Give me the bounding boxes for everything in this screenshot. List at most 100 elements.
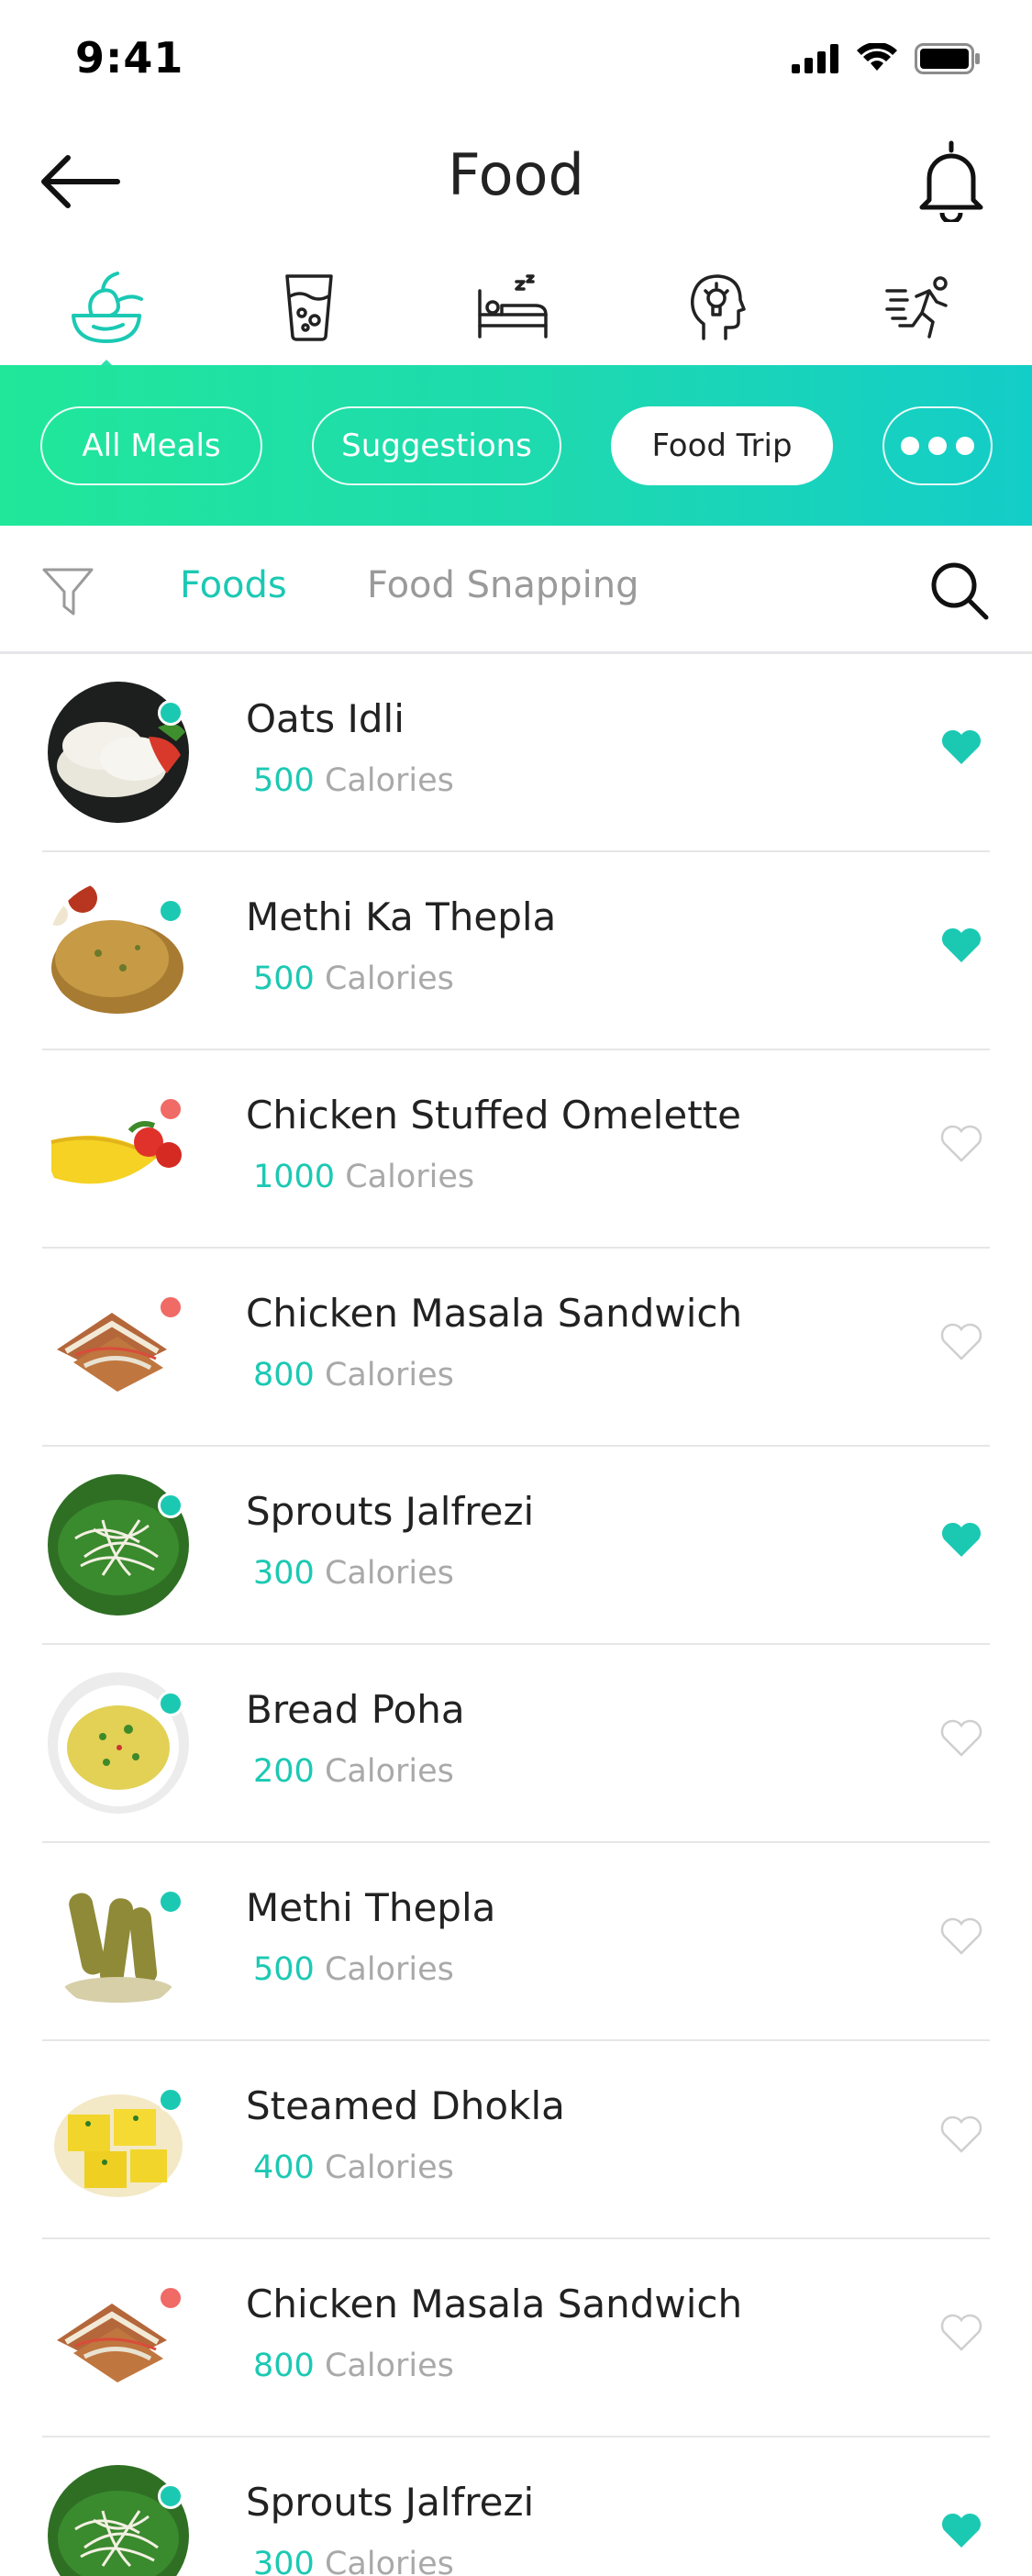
food-name: Bread Poha bbox=[246, 1687, 465, 1732]
food-name: Sprouts Jalfrezi bbox=[246, 1489, 535, 1534]
meal-filter-bar: All Meals Suggestions Food Trip bbox=[0, 365, 1032, 526]
status-bar: 9:41 bbox=[0, 0, 1032, 119]
calorie-unit: Calories bbox=[324, 1555, 454, 1592]
food-name: Sprouts Jalfrezi bbox=[246, 2480, 535, 2525]
tab-food-snapping[interactable]: Food Snapping bbox=[367, 564, 639, 606]
status-time: 9:41 bbox=[75, 33, 184, 83]
food-calories: 400 Calories bbox=[253, 2149, 454, 2186]
food-list-item[interactable]: Chicken Masala Sandwich 800 Calories bbox=[0, 1249, 1032, 1447]
calorie-unit: Calories bbox=[324, 762, 454, 799]
calorie-value: 800 bbox=[253, 2348, 315, 2384]
filter-button[interactable] bbox=[40, 564, 95, 619]
food-name: Methi Ka Thepla bbox=[246, 894, 557, 939]
veg-indicator bbox=[158, 1691, 183, 1716]
filter-icon bbox=[42, 568, 94, 616]
food-list-item[interactable]: Methi Ka Thepla 500 Calories bbox=[0, 852, 1032, 1050]
filter-all-meals[interactable]: All Meals bbox=[40, 406, 262, 485]
heart-filled-icon[interactable] bbox=[938, 922, 984, 968]
food-list-item[interactable]: Sprouts Jalfrezi 300 Calories bbox=[0, 2437, 1032, 2576]
nav-bar: Food bbox=[0, 128, 1032, 239]
tabs-row: Foods Food Snapping bbox=[0, 526, 1032, 654]
food-list-item[interactable]: Bread Poha 200 Calories bbox=[0, 1645, 1032, 1843]
calorie-value: 1000 bbox=[253, 1159, 336, 1195]
signal-icon bbox=[792, 44, 838, 73]
water-glass-icon bbox=[285, 274, 333, 341]
sleep-icon bbox=[478, 274, 548, 339]
calorie-unit: Calories bbox=[324, 1357, 454, 1393]
tab-foods[interactable]: Foods bbox=[180, 564, 287, 606]
filter-suggestions[interactable]: Suggestions bbox=[312, 406, 561, 485]
calorie-value: 300 bbox=[253, 2546, 315, 2576]
food-calories: 300 Calories bbox=[253, 1555, 454, 1592]
calorie-value: 500 bbox=[253, 1951, 315, 1988]
category-activity[interactable] bbox=[870, 266, 971, 349]
running-icon bbox=[885, 276, 948, 339]
veg-indicator bbox=[158, 1493, 183, 1518]
calorie-unit: Calories bbox=[345, 1159, 475, 1195]
category-bar bbox=[0, 266, 1032, 365]
calorie-unit: Calories bbox=[324, 2546, 454, 2576]
food-calories: 500 Calories bbox=[253, 960, 454, 997]
food-list-item[interactable]: Chicken Stuffed Omelette 1000 Calories bbox=[0, 1050, 1032, 1249]
heart-outline-icon[interactable] bbox=[938, 1913, 984, 1959]
food-calories: 800 Calories bbox=[253, 1357, 454, 1393]
calorie-value: 400 bbox=[253, 2149, 315, 2186]
food-icon bbox=[72, 272, 143, 343]
food-calories: 300 Calories bbox=[253, 2546, 454, 2576]
calorie-unit: Calories bbox=[324, 2348, 454, 2384]
food-list-item[interactable]: Methi Thepla 500 Calories bbox=[0, 1843, 1032, 2041]
food-calories: 500 Calories bbox=[253, 762, 454, 799]
heart-outline-icon[interactable] bbox=[938, 2111, 984, 2157]
calorie-value: 200 bbox=[253, 1753, 315, 1790]
food-name: Chicken Stuffed Omelette bbox=[246, 1093, 741, 1138]
more-icon bbox=[901, 437, 974, 455]
category-food[interactable] bbox=[57, 266, 158, 349]
non-veg-indicator bbox=[158, 2285, 183, 2311]
food-image bbox=[48, 2465, 189, 2576]
food-calories: 800 Calories bbox=[253, 2348, 454, 2384]
food-list-item[interactable]: Oats Idli 500 Calories bbox=[0, 654, 1032, 852]
calorie-unit: Calories bbox=[324, 1753, 454, 1790]
veg-indicator bbox=[158, 898, 183, 924]
veg-indicator bbox=[158, 1889, 183, 1915]
search-button[interactable] bbox=[927, 559, 992, 623]
calorie-value: 500 bbox=[253, 762, 315, 799]
food-name: Chicken Masala Sandwich bbox=[246, 1291, 743, 1336]
heart-outline-icon[interactable] bbox=[938, 1715, 984, 1760]
notifications-button[interactable] bbox=[907, 134, 995, 226]
category-sleep[interactable] bbox=[462, 266, 563, 349]
heart-filled-icon[interactable] bbox=[938, 2507, 984, 2553]
veg-indicator bbox=[158, 2087, 183, 2113]
mind-icon bbox=[691, 274, 746, 340]
veg-indicator bbox=[158, 700, 183, 726]
calorie-unit: Calories bbox=[324, 2149, 454, 2186]
food-calories: 200 Calories bbox=[253, 1753, 454, 1790]
wifi-icon bbox=[857, 43, 897, 71]
more-filters-button[interactable] bbox=[882, 406, 993, 485]
filter-food-trip[interactable]: Food Trip bbox=[611, 406, 833, 485]
food-list-item[interactable]: Steamed Dhokla 400 Calories bbox=[0, 2041, 1032, 2239]
food-name: Oats Idli bbox=[246, 696, 405, 741]
heart-outline-icon[interactable] bbox=[938, 1318, 984, 1364]
heart-filled-icon[interactable] bbox=[938, 724, 984, 770]
battery-icon bbox=[915, 43, 980, 74]
calorie-value: 800 bbox=[253, 1357, 315, 1393]
food-list-item[interactable]: Chicken Masala Sandwich 800 Calories bbox=[0, 2239, 1032, 2437]
search-icon bbox=[931, 562, 989, 620]
calorie-unit: Calories bbox=[324, 960, 454, 997]
veg-indicator bbox=[158, 2483, 183, 2509]
calorie-value: 300 bbox=[253, 1555, 315, 1592]
food-list: Oats Idli 500 Calories Methi Ka Thepla 500 … bbox=[0, 654, 1032, 2576]
category-mind[interactable] bbox=[666, 266, 767, 349]
food-list-item[interactable]: Sprouts Jalfrezi 300 Calories bbox=[0, 1447, 1032, 1645]
heart-filled-icon[interactable] bbox=[938, 1516, 984, 1562]
non-veg-indicator bbox=[158, 1294, 183, 1320]
food-name: Chicken Masala Sandwich bbox=[246, 2282, 743, 2326]
calorie-value: 500 bbox=[253, 960, 315, 997]
bell-icon bbox=[919, 140, 983, 222]
heart-outline-icon[interactable] bbox=[938, 2309, 984, 2355]
category-water[interactable] bbox=[259, 266, 360, 349]
food-name: Methi Thepla bbox=[246, 1885, 496, 1930]
page-title: Food bbox=[448, 141, 584, 208]
heart-outline-icon[interactable] bbox=[938, 1120, 984, 1166]
